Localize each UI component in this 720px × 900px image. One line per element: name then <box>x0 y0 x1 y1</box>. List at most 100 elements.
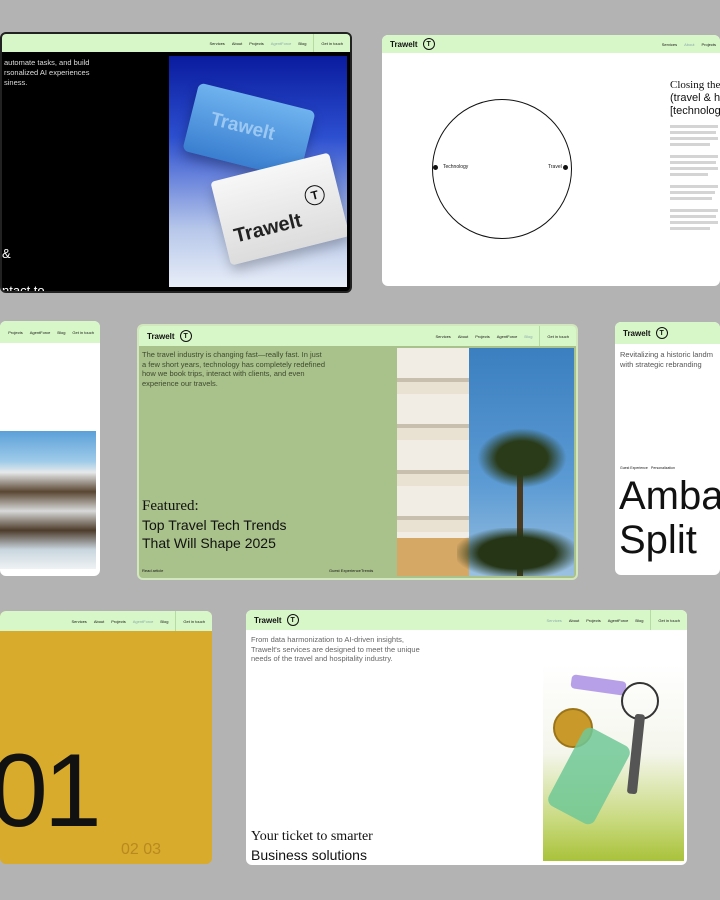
nav-link-services[interactable]: Services <box>546 618 561 623</box>
nav-link-about[interactable]: About <box>458 334 468 339</box>
nav-link-services[interactable]: Services <box>435 334 450 339</box>
tag-personalization[interactable]: Personalization <box>651 466 675 470</box>
brand-logo[interactable]: Trawelt T <box>390 38 435 50</box>
hero-image: Trawelt Trawelt T <box>169 56 347 287</box>
brand-name: Trawelt <box>254 615 282 625</box>
label-travel: Travel <box>548 164 562 170</box>
nav-link-about[interactable]: About <box>94 619 104 624</box>
nav-link-about[interactable]: About <box>569 618 579 623</box>
nav-bar: Trawelt T Services About Projects AgentF… <box>246 610 687 630</box>
get-in-touch-button[interactable]: Get in touch <box>72 330 94 335</box>
circle-dot-right <box>563 165 568 170</box>
body-paragraphs <box>670 125 720 230</box>
brand-logo[interactable]: Trawelt T <box>254 614 299 626</box>
read-article-link[interactable]: Read article <box>142 568 163 573</box>
white-box-logo-icon: T <box>302 183 327 208</box>
nav-link-projects[interactable]: Projects <box>702 42 716 47</box>
tagline-line-2: Business solutions <box>251 847 367 863</box>
card-landscape: Projects AgentForce Blog Get in touch <box>0 321 100 576</box>
card-numbered-slide: Services About Projects AgentForce Blog … <box>0 611 212 864</box>
nav-link-blog[interactable]: Blog <box>524 334 532 339</box>
get-in-touch-button[interactable]: Get in touch <box>313 34 350 52</box>
section-heading: Closing the (travel & ho [technology <box>670 79 720 118</box>
title-line-1: Amba <box>619 474 720 518</box>
logo-icon: T <box>179 330 192 342</box>
card-services: Trawelt T Services About Projects AgentF… <box>246 610 687 865</box>
article-intro: The travel industry is changing fast—rea… <box>142 350 326 388</box>
featured-label: Featured: <box>142 498 199 514</box>
nav-bar: Services About Projects AgentForce Blog … <box>2 34 350 52</box>
purple-tag-image <box>570 674 627 696</box>
nav-bar: Services About Projects AgentForce Blog … <box>0 611 212 631</box>
nav-link-agentforce[interactable]: AgentForce <box>30 330 51 335</box>
nav-link-agentforce[interactable]: AgentForce <box>133 619 154 624</box>
white-box-label: Trawelt <box>231 209 304 248</box>
brand-name: Trawelt <box>147 331 175 341</box>
nav-link-projects[interactable]: Projects <box>8 330 22 335</box>
tag-guest-experience[interactable]: Guest Experience <box>329 568 361 573</box>
heading-line-2: (travel & ho <box>670 92 720 104</box>
services-intro: From data harmonization to AI-driven ins… <box>251 635 420 663</box>
article-title-line-2[interactable]: That Will Shape 2025 <box>142 534 286 552</box>
nav-link-projects[interactable]: Projects <box>586 618 600 623</box>
nav-link-services[interactable]: Services <box>71 619 86 624</box>
nav-link-blog[interactable]: Blog <box>635 618 643 623</box>
nav-link-projects[interactable]: Projects <box>475 334 489 339</box>
heading-line-1: Closing the <box>670 79 720 91</box>
nav-link-projects[interactable]: Projects <box>249 41 263 46</box>
tagline: Your ticket to smarter Business solution… <box>251 828 373 864</box>
mountain-image <box>0 431 96 569</box>
slide-pager[interactable]: 02 03 <box>121 841 161 859</box>
get-in-touch-button[interactable]: Get in touch <box>175 611 212 631</box>
card-case-study: Trawelt T Revitalizing a historic landm … <box>615 322 720 575</box>
tag-guest-experience[interactable]: Guest Experience <box>620 466 648 470</box>
nav-link-about[interactable]: About <box>684 42 694 47</box>
card-closing-gap: Trawelt T Services About Projects Techno… <box>382 35 720 286</box>
card-hero-dark: Services About Projects AgentForce Blog … <box>0 32 352 293</box>
big-number: 01 <box>0 733 102 849</box>
hero-contact-text: ntact to <box>2 283 45 293</box>
nav-bar: Trawelt T <box>615 322 720 344</box>
case-study-title: Amba Split <box>619 474 720 562</box>
nav-link-agentforce[interactable]: AgentForce <box>608 618 629 623</box>
building-image <box>397 348 574 576</box>
logo-icon: T <box>286 614 299 626</box>
hero-intro-text: automate tasks, and build rsonalized AI … <box>4 58 90 87</box>
nav-link-blog[interactable]: Blog <box>298 41 306 46</box>
keychain-image <box>543 664 684 861</box>
nav-link-services[interactable]: Services <box>209 41 224 46</box>
title-line-2: Split <box>619 518 697 562</box>
brand-logo[interactable]: Trawelt T <box>623 327 668 339</box>
nav-link-agentforce[interactable]: AgentForce <box>497 334 518 339</box>
nav-link-services[interactable]: Services <box>662 42 677 47</box>
blue-box-label: Trawelt <box>208 108 277 145</box>
circle-dot-left <box>433 165 438 170</box>
tagline-line-1: Your ticket to smarter <box>251 829 373 844</box>
article-title-line-1[interactable]: Top Travel Tech Trends <box>142 516 286 534</box>
brand-name: Trawelt <box>390 39 418 49</box>
tag-trends[interactable]: Trends <box>361 568 373 573</box>
nav-link-projects[interactable]: Projects <box>111 619 125 624</box>
logo-icon: T <box>655 327 668 339</box>
lower-foliage <box>457 528 574 576</box>
get-in-touch-button[interactable]: Get in touch <box>650 610 687 630</box>
get-in-touch-button[interactable]: Get in touch <box>539 326 576 346</box>
brand-logo[interactable]: Trawelt T <box>147 330 192 342</box>
nav-bar: Trawelt T Services About Projects AgentF… <box>139 326 576 346</box>
nav-link-blog[interactable]: Blog <box>57 330 65 335</box>
nav-bar: Projects AgentForce Blog Get in touch <box>0 321 100 343</box>
case-study-intro: Revitalizing a historic landm with strat… <box>620 350 713 369</box>
label-technology: Technology <box>443 164 469 170</box>
nav-link-about[interactable]: About <box>232 41 242 46</box>
nav-bar: Trawelt T Services About Projects <box>382 35 720 53</box>
hero-ampersand: & <box>2 246 11 261</box>
card-featured-article: Trawelt T Services About Projects AgentF… <box>137 324 578 580</box>
brand-name: Trawelt <box>623 328 651 338</box>
logo-icon: T <box>422 38 435 50</box>
white-box-image: Trawelt T <box>210 152 347 266</box>
nav-link-agentforce[interactable]: AgentForce <box>271 41 292 46</box>
article-title: Top Travel Tech Trends That Will Shape 2… <box>142 516 286 552</box>
heading-line-3: [technology <box>670 105 720 117</box>
palm-fronds <box>477 428 567 488</box>
nav-link-blog[interactable]: Blog <box>160 619 168 624</box>
